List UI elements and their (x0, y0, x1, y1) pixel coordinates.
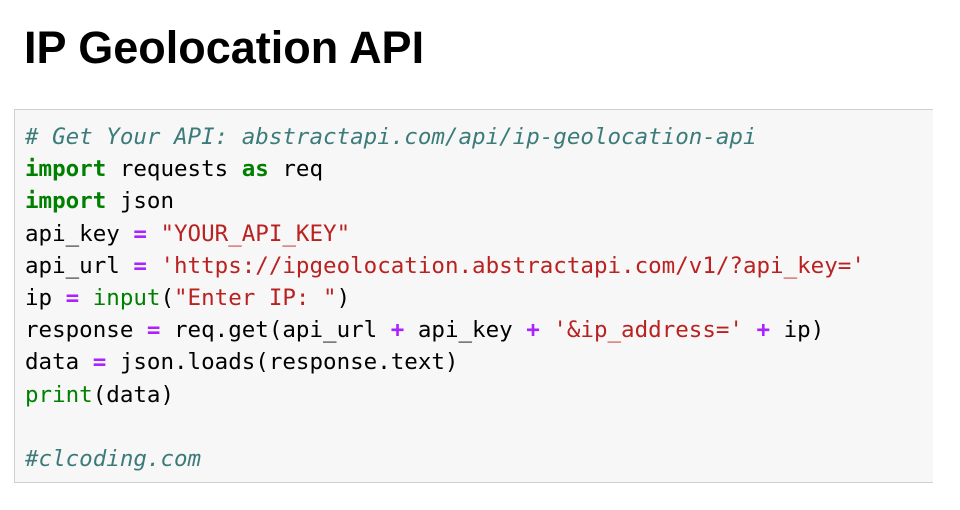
code-text: req.get(api_url (160, 317, 391, 344)
code-line: # Get Your API: abstractapi.com/api/ip-g… (25, 121, 865, 153)
code-cell[interactable]: # Get Your API: abstractapi.com/api/ip-g… (14, 109, 933, 483)
code-builtin: print (25, 381, 93, 408)
code-text: (data) (92, 381, 175, 408)
code-text: api_key (25, 220, 134, 247)
code-string: "YOUR_API_KEY" (160, 220, 351, 247)
code-text: json (106, 188, 175, 215)
code-line: import json (25, 185, 865, 217)
code-comment: # Get Your API: abstractapi.com/api/ip-g… (25, 124, 757, 150)
code-line: api_url = 'https://ipgeolocation.abstrac… (25, 250, 865, 282)
code-line: #clcoding.com (25, 443, 865, 475)
code-line: ip = input("Enter IP: ") (25, 282, 865, 314)
code-text: response (25, 317, 147, 344)
code-keyword: import (25, 188, 107, 215)
code-builtin: input (92, 284, 161, 311)
code-keyword: import (25, 156, 107, 183)
code-text: ip) (770, 317, 825, 344)
code-text: api_url (25, 252, 134, 279)
code-string: "Enter IP: " (174, 284, 337, 311)
code-block[interactable]: # Get Your API: abstractapi.com/api/ip-g… (25, 121, 865, 475)
code-text: data (25, 349, 93, 376)
code-keyword: as (241, 156, 269, 183)
code-text: ( (160, 284, 175, 311)
code-operator: = (133, 220, 147, 247)
code-operator: = (146, 317, 161, 344)
code-operator: + (390, 317, 405, 344)
page-title: IP Geolocation API (24, 22, 425, 73)
code-operator: = (92, 349, 107, 376)
code-line: print(data) (25, 379, 865, 411)
code-text: requests (106, 156, 242, 183)
code-line: import requests as req (25, 153, 865, 185)
code-text: req (268, 156, 324, 183)
code-operator: + (756, 317, 771, 344)
code-comment: #clcoding.com (25, 445, 202, 472)
code-text: json.loads(response.text) (106, 349, 459, 376)
code-line: response = req.get(api_url + api_key + '… (25, 314, 865, 346)
code-operator: = (65, 284, 80, 311)
code-operator: + (526, 317, 540, 344)
code-operator: = (133, 252, 147, 279)
code-text: api_key (404, 317, 527, 344)
code-line: data = json.loads(response.text) (25, 346, 865, 378)
code-text: ) (336, 284, 351, 311)
code-line: api_key = "YOUR_API_KEY" (25, 218, 865, 250)
code-text: ip (25, 284, 66, 311)
code-string: 'https://ipgeolocation.abstractapi.com/v… (160, 252, 865, 279)
code-string: '&ip_address=' (553, 317, 743, 344)
